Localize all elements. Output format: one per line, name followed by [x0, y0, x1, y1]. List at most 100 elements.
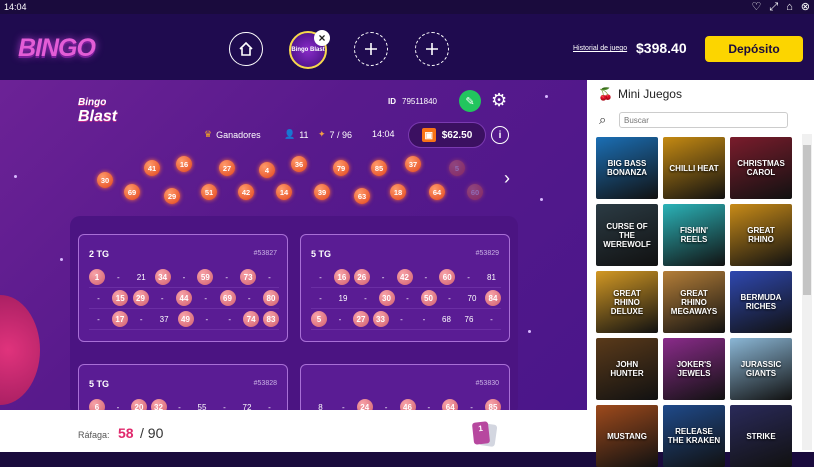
drawn-ball: 79	[333, 160, 349, 176]
card-cell: -	[342, 402, 345, 411]
ticket-icon: ✎	[465, 95, 475, 108]
card-cell: -	[470, 402, 473, 411]
card-cell: -	[268, 272, 271, 282]
mini-game-tile[interactable]: CHRISTMAS CAROL	[730, 137, 792, 199]
card-cell: 76	[464, 314, 474, 324]
card-cell: 68	[442, 314, 451, 324]
card-cell: 32	[150, 399, 167, 410]
top-bar: BINGO Bingo Blast × Historial de juego $…	[0, 14, 814, 80]
mini-game-tile[interactable]: RELEASE THE KRAKEN	[663, 405, 725, 467]
drawn-ball: 42	[238, 184, 254, 200]
ticket-button[interactable]: ✎	[459, 90, 481, 112]
card-cell: -	[139, 314, 143, 324]
card-cell: 46	[399, 399, 416, 410]
deposit-button[interactable]: Depósito	[705, 36, 803, 62]
card-cell: -	[338, 314, 342, 324]
card-cell: 42	[396, 269, 413, 285]
home-icon[interactable]: ⌂	[786, 0, 793, 14]
mini-games-title: 🍒 Mini Juegos	[598, 87, 682, 101]
card-cell: -	[182, 272, 186, 282]
bingo-card[interactable]: #53830 8 - 24 - 46 - 64 - 85	[300, 364, 510, 410]
drawn-ball: 36	[291, 156, 307, 172]
players-count: 👤 11	[284, 129, 309, 140]
add-game-button-2[interactable]	[415, 32, 449, 66]
bingo-logo[interactable]: BINGO	[18, 34, 96, 63]
mini-game-tile[interactable]: STRIKE	[730, 405, 792, 467]
mini-game-tile[interactable]: CURSE OF THE WEREWOLF	[596, 204, 658, 266]
mini-game-tile[interactable]: BERMUDA RICHES	[730, 271, 792, 333]
balance: $398.40	[636, 40, 687, 56]
card-cell: -	[116, 402, 120, 411]
card-cell: -	[225, 272, 229, 282]
mini-game-tile[interactable]: JOHN HUNTER	[596, 338, 658, 400]
rafaga-total: / 90	[140, 425, 164, 441]
mini-game-tile[interactable]: BIG BASS BONANZA	[596, 137, 658, 199]
card-cell: 1	[89, 269, 105, 285]
card-id: #53827	[253, 250, 277, 257]
expand-icon[interactable]: ⤢	[769, 0, 778, 14]
mini-game-tile[interactable]: JURASSIC GIANTS	[730, 338, 792, 400]
drawn-ball: 37	[405, 156, 421, 172]
plus-icon	[426, 43, 438, 55]
card-cell: -	[117, 272, 120, 282]
card-cell: -	[97, 314, 100, 324]
bingo-card[interactable]: 5 TG #53828 6 - 20 32 - 55 - 72 -	[78, 364, 288, 410]
card-cell: 50	[420, 290, 437, 306]
search-icon: ⌕	[599, 112, 607, 127]
clock: 14:04	[4, 2, 27, 12]
bingo-card[interactable]: 2 TG #53827 1-21 34-59-73- -15 29-44-69-80-17…	[78, 234, 288, 342]
search-input[interactable]	[619, 112, 788, 128]
card-cell: -	[364, 293, 367, 303]
winners-button[interactable]: ♛ Ganadores	[204, 129, 261, 140]
card-title: 5 TG	[311, 249, 332, 259]
card-cell: -	[319, 272, 322, 282]
mini-game-tile[interactable]: GREAT RHINO	[730, 204, 792, 266]
card-cell: 29	[132, 290, 149, 306]
game-time: 14:04	[372, 129, 395, 139]
sidebar-scroll-thumb[interactable]	[803, 145, 811, 295]
card-grid: 8 - 24 - 46 - 64 - 85	[311, 397, 501, 410]
heart-icon[interactable]: ♡	[751, 0, 761, 14]
card-cell: 72	[242, 402, 252, 411]
add-game-button[interactable]	[354, 32, 388, 66]
card-cell: 85	[485, 399, 501, 410]
bingo-card[interactable]: 5 TG #53829-16 26-42-60-81-19-30-50-70 84 5-…	[300, 234, 510, 342]
card-cell: -	[381, 272, 385, 282]
rafaga-value: 58	[118, 425, 134, 441]
game-history-link[interactable]: Historial de juego	[573, 45, 627, 52]
card-row: - 19 - 30 - 50 - 70 84	[311, 288, 501, 309]
rafaga-label: Ráfaga:	[78, 430, 110, 440]
home-icon	[239, 41, 253, 56]
mini-game-tile[interactable]: JOKER'S JEWELS	[663, 338, 725, 400]
card-cell: 24	[356, 399, 373, 410]
info-icon[interactable]: i	[491, 126, 509, 144]
card-cell: -	[490, 314, 493, 324]
person-icon: 👤	[284, 129, 296, 139]
settings-gear-icon[interactable]: ⚙	[491, 90, 507, 111]
card-cell: 83	[263, 311, 279, 327]
drawn-ball: 60	[467, 184, 483, 200]
mini-game-tile[interactable]: FISHIN' REELS	[663, 204, 725, 266]
close-game-button[interactable]: ×	[314, 30, 330, 46]
drawn-ball: 16	[176, 156, 192, 172]
close-icon[interactable]: ⊗	[801, 0, 810, 14]
chevron-right-icon[interactable]: ›	[504, 168, 510, 189]
mini-game-tile[interactable]: MUSTANG	[596, 405, 658, 467]
card-cell: -	[178, 402, 181, 411]
card-count-button[interactable]: 1	[471, 421, 491, 445]
card-cell: 21	[136, 272, 146, 282]
card-row: 8 - 24 - 46 - 64 - 85	[311, 397, 501, 410]
game-id-label: ID	[388, 97, 396, 106]
card-row: 6 - 20 32 - 55 - 72 -	[89, 397, 279, 410]
drawn-ball: 29	[164, 188, 180, 204]
card-cell: 27	[353, 311, 369, 327]
drawn-ball: 69	[124, 184, 140, 200]
card-cell: -	[223, 402, 226, 411]
mini-game-tile[interactable]: GREAT RHINO MEGAWAYS	[663, 271, 725, 333]
mini-game-tile[interactable]: CHILLI HEAT	[663, 137, 725, 199]
mini-game-tile[interactable]: GREAT RHINO DELUXE	[596, 271, 658, 333]
card-cell: 8	[318, 402, 323, 411]
card-grid: 6 - 20 32 - 55 - 72 -	[89, 397, 279, 410]
home-button[interactable]	[229, 32, 263, 66]
drawn-ball: 27	[219, 160, 235, 176]
